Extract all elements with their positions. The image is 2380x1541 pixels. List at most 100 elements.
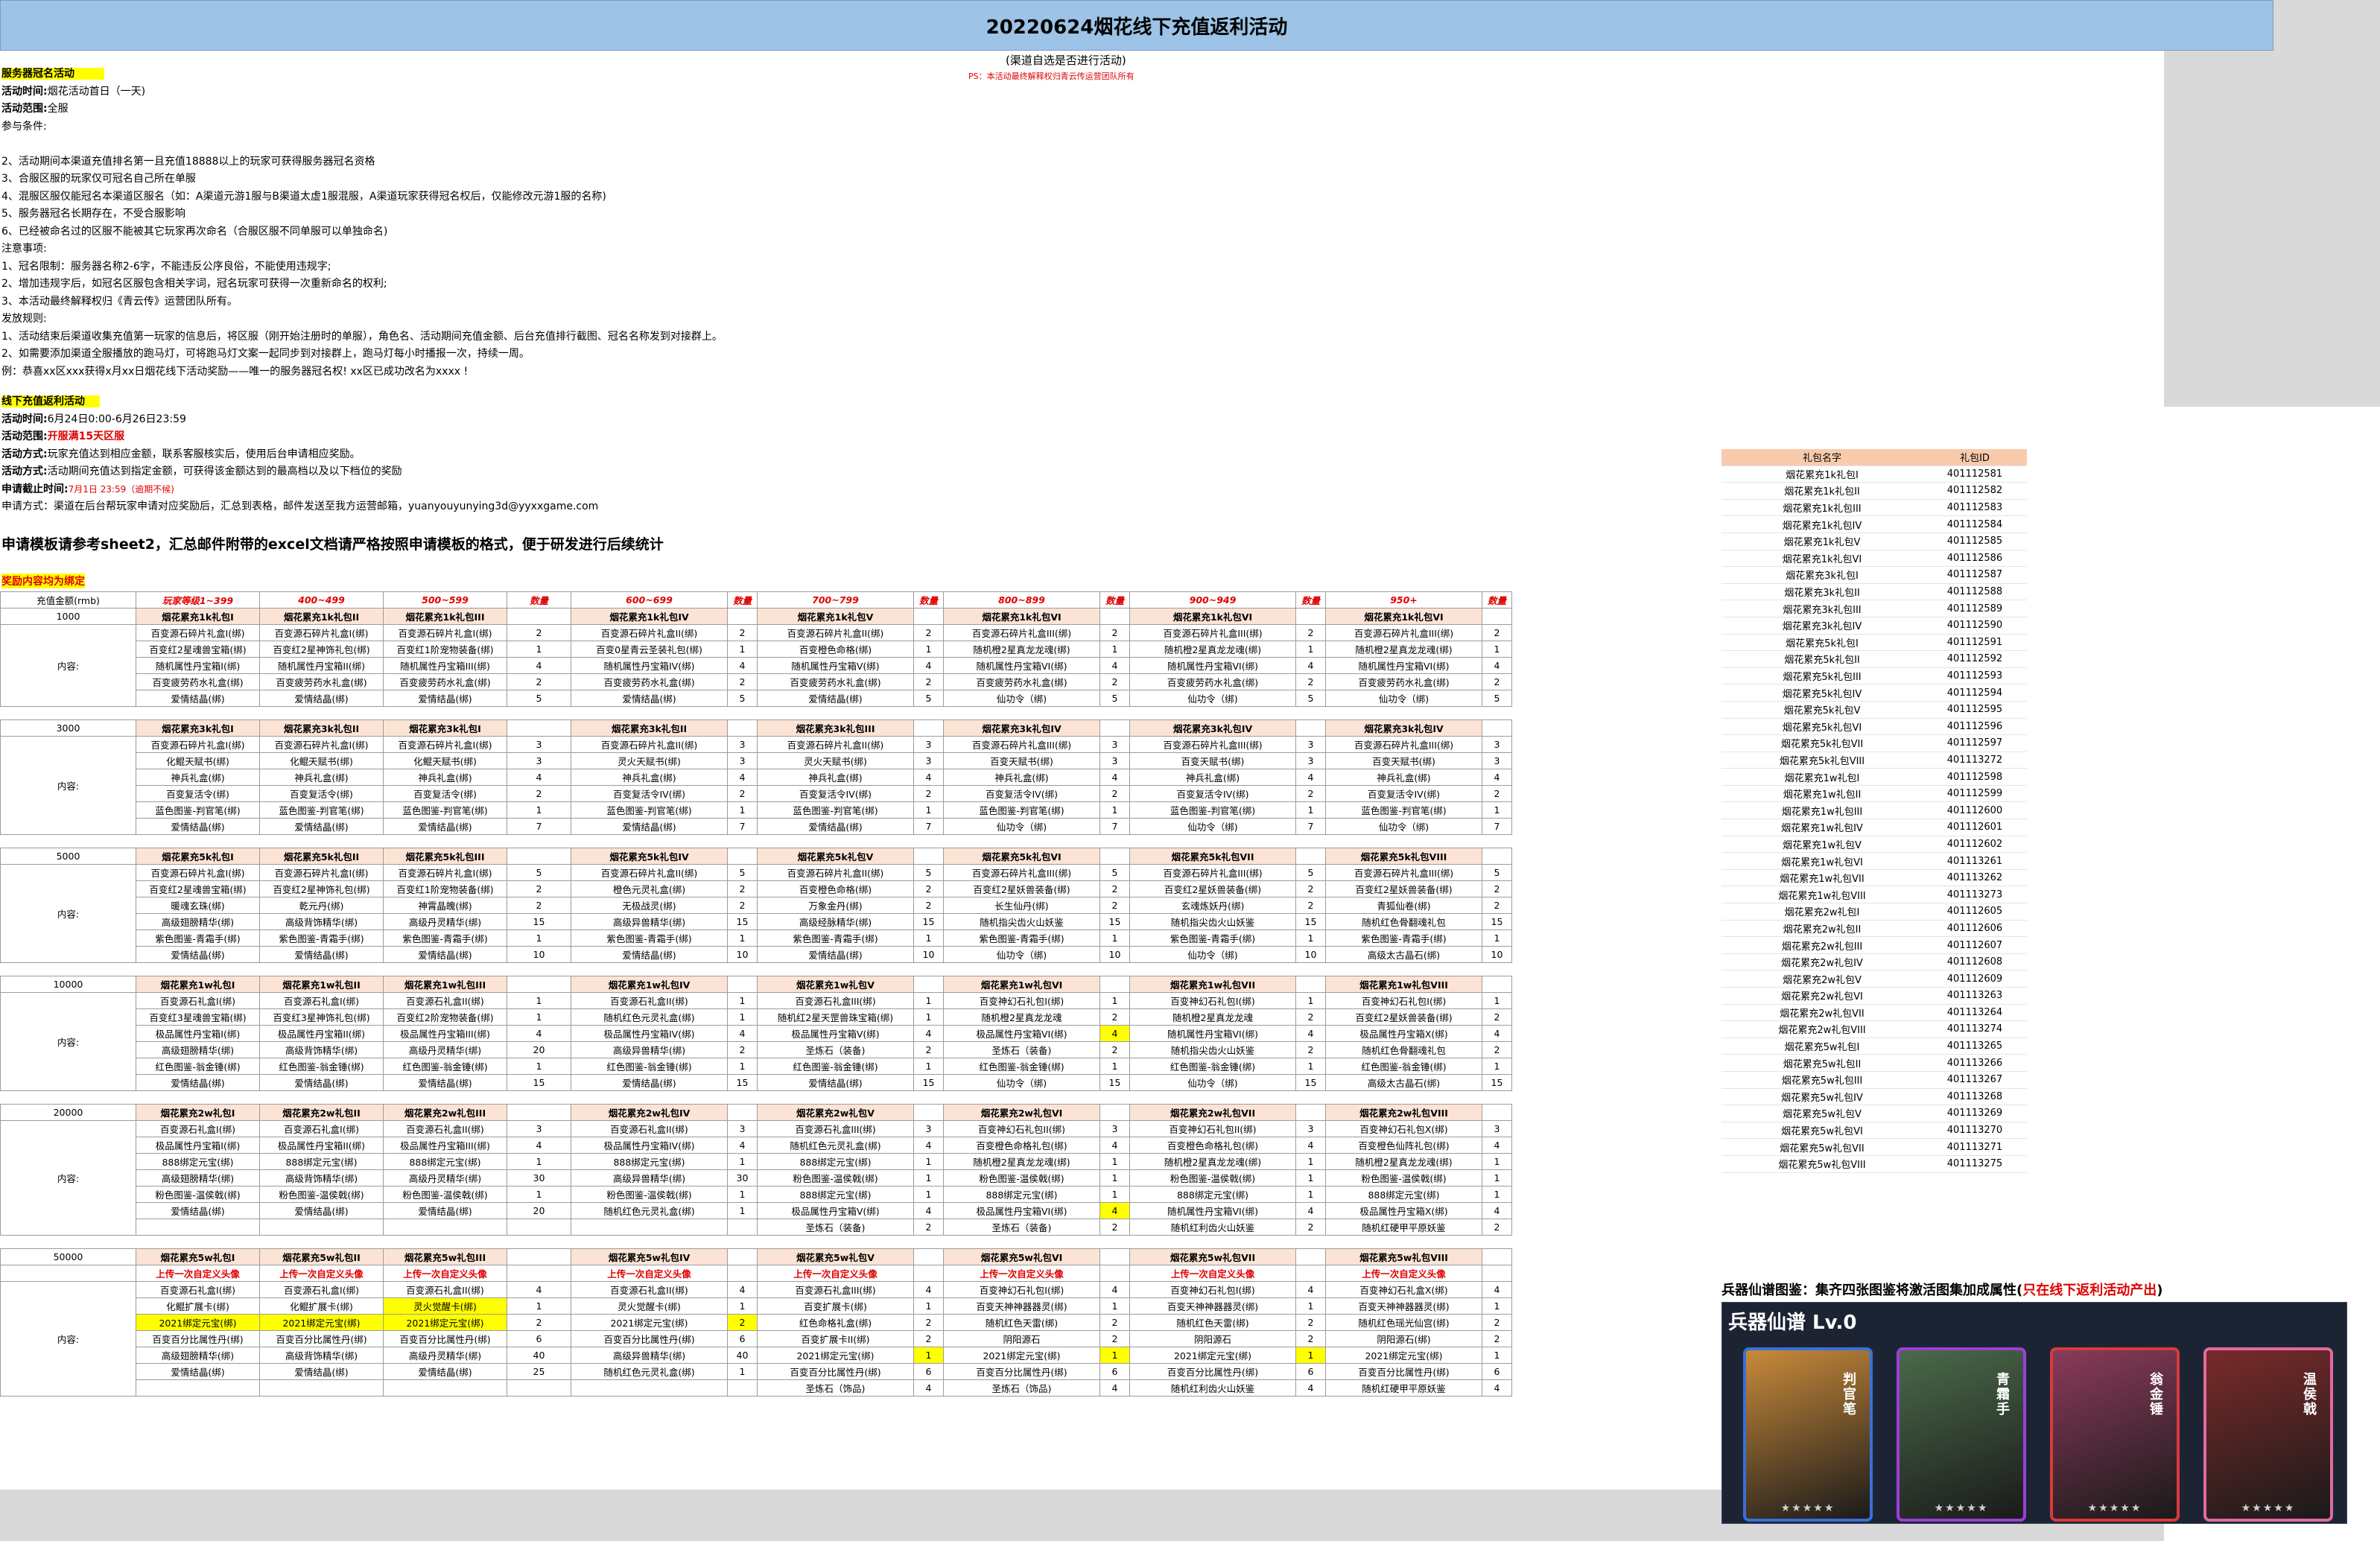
weapon-card[interactable]: 青霜手 ★★★★★ bbox=[1897, 1347, 2026, 1522]
item-cell: 2 bbox=[1295, 673, 1326, 690]
weapon-card[interactable]: 温侯戟 ★★★★★ bbox=[2203, 1347, 2333, 1522]
quantity-cell: 随机红2星天罡兽珠宝箱(绑) bbox=[757, 1008, 914, 1026]
gift-id: 401112602 bbox=[1923, 836, 2027, 854]
item-cell: 3 bbox=[727, 1120, 758, 1137]
quantity-cell: 随机红色元灵礼盒(绑) bbox=[571, 1008, 728, 1026]
item-cell: 5 bbox=[727, 690, 758, 707]
gift-pack-name: 烟花累充5k礼包II bbox=[259, 848, 384, 865]
quantity-cell: 1 bbox=[507, 1153, 571, 1170]
item-cell: 4 bbox=[727, 1137, 758, 1154]
item-cell: 百变百分比属性丹(绑) bbox=[136, 1330, 260, 1347]
item-cell: 4 bbox=[1295, 1137, 1326, 1154]
item-cell: 2 bbox=[913, 673, 944, 690]
quantity-cell: 圣炼石（装备) bbox=[943, 1218, 1100, 1236]
column-header: 数量 bbox=[1482, 591, 1512, 609]
quantity-cell bbox=[507, 1218, 571, 1236]
gift-id: 401112584 bbox=[1923, 515, 2027, 533]
gift-name: 烟花累充1k礼包II bbox=[1721, 482, 1923, 500]
quantity-cell: 仙功令（绑) bbox=[943, 1074, 1100, 1091]
item-cell: 1 bbox=[727, 992, 758, 1009]
quantity-cell: 百变天赋书(绑) bbox=[1129, 752, 1296, 769]
quantity-cell: 百变源石碎片礼盒III(绑) bbox=[1129, 624, 1296, 641]
quantity-cell: 888绑定元宝(绑) bbox=[1325, 1186, 1482, 1203]
item-cell: 高级背饰精华(绑) bbox=[259, 1041, 384, 1058]
quantity-cell: 随机指尖齿火山妖鉴 bbox=[1129, 1041, 1296, 1058]
quantity-cell: 紫色图鉴-青霜手(绑) bbox=[571, 930, 728, 947]
quantity-cell: 百变百分比属性丹(绑) bbox=[943, 1363, 1100, 1380]
gift-name: 烟花累充2w礼包VIII bbox=[1721, 1020, 1923, 1038]
item-cell: 1 bbox=[1295, 1186, 1326, 1203]
gift-id-row: 烟花累充2w礼包III 401112607 bbox=[1721, 936, 2027, 954]
quantity-cell: 蓝色图鉴-判官笔(绑) bbox=[757, 801, 914, 819]
quantity-cell: 2021绑定元宝(绑) bbox=[571, 1314, 728, 1331]
item-cell: 2 bbox=[727, 1041, 758, 1058]
quantity-cell: 高级异兽精华(绑) bbox=[571, 1041, 728, 1058]
table-cell bbox=[727, 1248, 758, 1265]
reward-tag: 奖励内容均为绑定 bbox=[1, 573, 85, 588]
quantity-cell: 百变天神神器器灵(绑) bbox=[1129, 1297, 1296, 1315]
item-cell: 4 bbox=[913, 1025, 944, 1042]
item-cell: 2 bbox=[913, 1041, 944, 1058]
quantity-cell: 阴阳源石(绑) bbox=[1325, 1330, 1482, 1347]
item-cell: 5 bbox=[913, 690, 944, 707]
quantity-cell: 神兵礼盒(绑) bbox=[757, 769, 914, 786]
quantity-cell: 高级太古晶石(绑) bbox=[1325, 1074, 1482, 1091]
item-cell: 4 bbox=[1295, 1202, 1326, 1219]
quantity-cell: 灵火天赋书(绑) bbox=[757, 752, 914, 769]
item-cell: 2 bbox=[1295, 880, 1326, 897]
range-value: 开服满15天区服 bbox=[47, 430, 125, 442]
content-label: 内容: bbox=[0, 624, 136, 707]
item-cell: 暖魂玄珠(绑) bbox=[136, 897, 260, 914]
tier-amount: 10000 bbox=[0, 976, 136, 993]
gift-name: 烟花累充1w礼包VII bbox=[1721, 869, 1923, 887]
item-cell: 1 bbox=[727, 1363, 758, 1380]
table-cell bbox=[1295, 719, 1326, 737]
quantity-cell: 百变复活令IV(绑) bbox=[943, 785, 1100, 802]
item-cell: 4 bbox=[1295, 769, 1326, 786]
gift-name: 烟花累充2w礼包I bbox=[1721, 903, 1923, 921]
item-cell: 百变源石礼盒I(绑) bbox=[136, 992, 260, 1009]
quantity-cell: 粉色图鉴-温侯戟(绑) bbox=[943, 1169, 1100, 1186]
quantity-cell: 百变百分比属性丹(绑) bbox=[1129, 1363, 1296, 1380]
item-cell: 7 bbox=[727, 818, 758, 835]
weapon-panel-title: 兵器仙谱 Lv.0 bbox=[1728, 1312, 1857, 1334]
quantity-cell: 2 bbox=[507, 897, 571, 914]
gift-id-row: 烟花累充5w礼包V 401113269 bbox=[1721, 1105, 2027, 1122]
item-cell: 1 bbox=[1295, 992, 1326, 1009]
quantity-cell: 红色图鉴-翁金锤(绑) bbox=[571, 1058, 728, 1075]
quantity-cell: 紫色图鉴-青霜手(绑) bbox=[1129, 930, 1296, 947]
table-cell bbox=[507, 1248, 571, 1265]
table-header-row: 充值金额(rmb) 玩家等级1~399 400~499 500~599 数量 600~69… bbox=[0, 591, 1512, 609]
quantity-cell: 1 bbox=[507, 1058, 571, 1075]
spacer-row bbox=[1, 835, 1512, 848]
quantity-cell: 百变0星青云圣装礼包(绑) bbox=[571, 641, 728, 658]
column-header: 800~899 bbox=[943, 591, 1100, 609]
section1-line: 发放规则: bbox=[1, 313, 47, 325]
table-row: 红色图鉴-翁金锤(绑) 红色图鉴-翁金锤(绑) 红色图鉴-翁金锤(绑) 1 红色图鉴-翁… bbox=[1, 1058, 1512, 1075]
table-row: 爱情结晶(绑) 爱情结晶(绑) 爱情结晶(绑) 20 随机红色元灵礼盒(绑) 1 极品属性丹… bbox=[1, 1202, 1512, 1219]
gift-id-row: 烟花累充5k礼包V 401112595 bbox=[1721, 701, 2027, 719]
section1-line: 活动时间:烟花活动首日（一天) bbox=[1, 85, 146, 98]
quantity-cell: 神兵礼盒(绑) bbox=[571, 769, 728, 786]
quantity-cell: 仙功令（绑) bbox=[943, 818, 1100, 835]
quantity-cell: 3 bbox=[507, 736, 571, 753]
item-cell: 1 bbox=[1295, 1347, 1326, 1364]
quantity-cell: 随机指尖齿火山妖鉴 bbox=[943, 913, 1100, 930]
quantity-cell: 爱情结晶(绑) bbox=[757, 818, 914, 835]
weapon-card[interactable]: 翁金锤 ★★★★★ bbox=[2050, 1347, 2180, 1522]
item-cell: 紫色图鉴-青霜手(绑) bbox=[383, 930, 507, 947]
gift-id: 401112593 bbox=[1923, 667, 2027, 685]
table-row: 高级翅膀精华(绑) 高级背饰精华(绑) 高级丹灵精华(绑) 40 高级异兽精华(绑) 40… bbox=[1, 1347, 1512, 1364]
column-header: 充值金额(rmb) bbox=[0, 591, 136, 609]
upload-avatar: 上传一次自定义头像 bbox=[571, 1265, 728, 1282]
quantity-cell: 玄魂炼妖丹(绑) bbox=[1129, 897, 1296, 914]
weapon-card[interactable]: 判官笔 ★★★★★ bbox=[1743, 1347, 1873, 1522]
item-cell: 百变源石碎片礼盒I(绑) bbox=[259, 624, 384, 641]
weapon-card-name: 温侯戟 bbox=[2303, 1372, 2317, 1417]
item-cell: 2 bbox=[913, 1330, 944, 1347]
item-cell: 爱情结晶(绑) bbox=[259, 818, 384, 835]
gift-id-row: 烟花累充1w礼包I 401112598 bbox=[1721, 768, 2027, 786]
item-cell: 百变源石碎片礼盒I(绑) bbox=[259, 864, 384, 881]
gift-id-row: 烟花累充3k礼包III 401112589 bbox=[1721, 600, 2027, 617]
quantity-cell: 百变橙色仙阵礼包(绑) bbox=[1325, 1137, 1482, 1154]
